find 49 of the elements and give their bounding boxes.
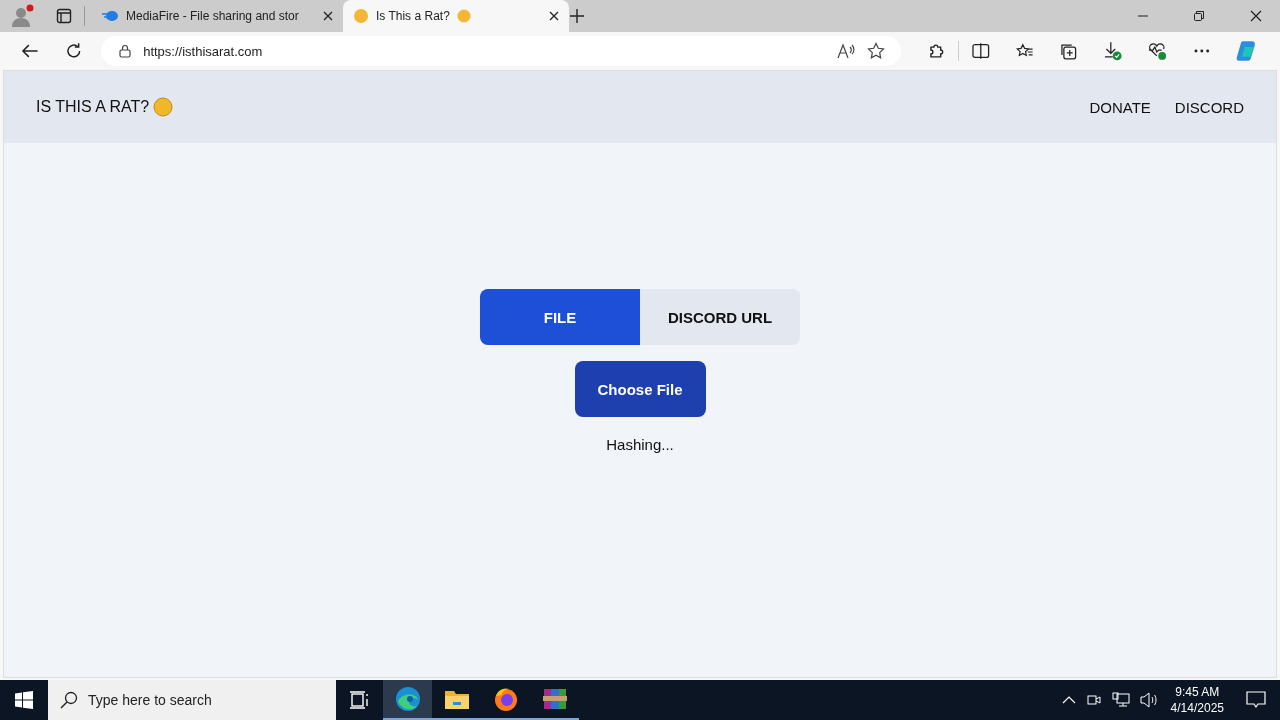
address-bar[interactable]: https://isthisarat.com (101, 36, 901, 66)
url-text: https://isthisarat.com (143, 43, 263, 59)
swirl-icon (394, 686, 421, 712)
puzzle-icon[interactable] (927, 42, 946, 60)
site-logo[interactable]: IS THIS A RAT? (36, 98, 150, 116)
choose-file-button[interactable]: Choose File (574, 361, 706, 417)
notification-icon[interactable] (1246, 691, 1266, 709)
clock-date[interactable]: 4/14/2025 (1170, 700, 1224, 716)
taskbar-search-field[interactable]: Type here to search (48, 680, 336, 720)
clock-time[interactable]: 9:45 AM (1175, 684, 1220, 700)
lock-icon (119, 44, 132, 58)
speaker-icon[interactable] (1139, 692, 1158, 708)
emoji-face-icon (153, 97, 174, 117)
split-screen-icon[interactable] (972, 43, 990, 59)
reload-icon[interactable] (64, 42, 83, 60)
browser-tab[interactable]: MediaFire - File sharing and stor (91, 0, 343, 32)
emoji-face-icon (353, 8, 369, 24)
back-arrow-icon[interactable] (21, 43, 39, 59)
profile-icon[interactable] (10, 3, 36, 29)
close-icon[interactable] (1250, 10, 1262, 22)
close-icon[interactable] (549, 11, 559, 21)
taskbar-app[interactable] (383, 680, 432, 720)
nav-link[interactable]: DISCORD (1174, 98, 1244, 116)
task-view-icon[interactable] (349, 691, 369, 709)
mode-tab[interactable]: FILE (480, 289, 640, 345)
wave-logo-icon (101, 10, 119, 22)
read-aloud-icon[interactable] (836, 43, 855, 59)
fox-globe-icon (492, 686, 519, 712)
download-done-icon[interactable] (1102, 41, 1123, 61)
nav-link[interactable]: DONATE (1089, 98, 1151, 116)
network-icon[interactable] (1111, 692, 1130, 708)
heartbeat-icon[interactable] (1148, 41, 1168, 61)
windows-start-icon[interactable] (15, 691, 33, 709)
close-icon[interactable] (323, 11, 333, 21)
star-icon[interactable] (866, 42, 885, 60)
favorites-icon[interactable] (1015, 43, 1034, 59)
books-icon (541, 687, 568, 711)
emoji-face-icon (456, 9, 471, 23)
more-icon[interactable] (1193, 49, 1210, 53)
restore-icon[interactable] (1194, 11, 1204, 21)
tab-actions-icon[interactable] (56, 8, 72, 24)
new-tab-icon[interactable] (569, 8, 585, 24)
browser-tab[interactable]: Is This a Rat? (343, 0, 569, 32)
folder-icon (443, 688, 470, 710)
collections-icon[interactable] (1059, 42, 1077, 60)
chevron-up-icon[interactable] (1061, 696, 1076, 704)
camera-icon[interactable] (1085, 692, 1102, 708)
status-text: Hashing... (606, 436, 674, 453)
search-icon (60, 691, 78, 709)
